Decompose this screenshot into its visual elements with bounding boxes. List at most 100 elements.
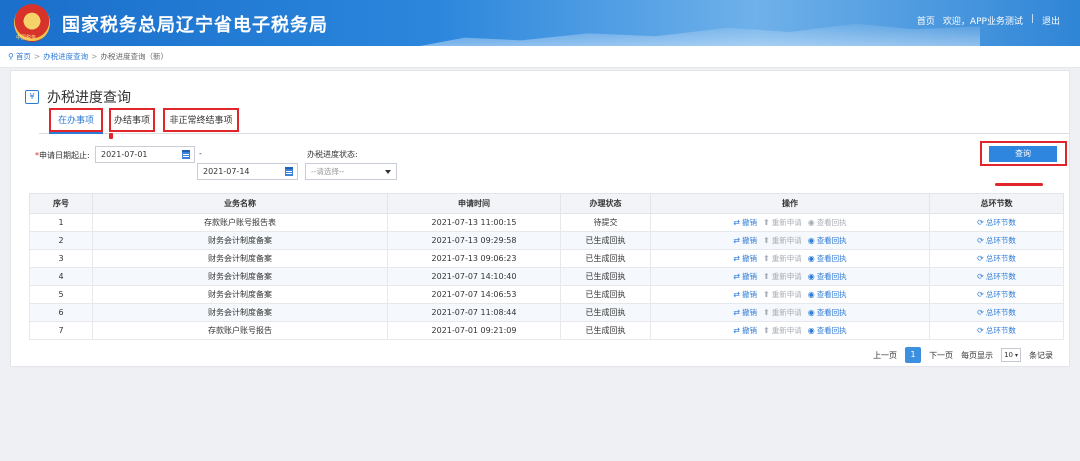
query-button-highlight: 查询 (980, 141, 1067, 166)
main-panel: ¥ 办税进度查询 在办事项 办结事项 非正常终结事项 *申请日期起止: 2021… (10, 70, 1070, 367)
revoke-action[interactable]: ⇄ 撤销 (733, 217, 757, 228)
nav-home-link[interactable]: 首页 (917, 14, 935, 27)
status-text: 已生成回执 (560, 249, 651, 268)
eye-icon: ◉ (807, 254, 815, 263)
row-actions: ⇄ 撤销 ⬆ 重新申请 ◉ 查看回执 (650, 249, 930, 268)
revoke-action[interactable]: ⇄ 撤销 (733, 271, 757, 282)
site-title: 国家税务总局辽宁省电子税务局 (62, 15, 328, 36)
view-receipt-action[interactable]: ◉ 查看回执 (808, 271, 847, 282)
page-number-current[interactable]: 1 (905, 347, 922, 363)
prev-page-link[interactable]: 上一页 (873, 350, 897, 361)
apply-time: 2021-07-01 09:21:09 (387, 321, 561, 340)
table-row: 4 财务会计制度备案 2021-07-07 14:10:40 已生成回执 ⇄ 撤销 ⬆ 重新申… (29, 267, 1064, 286)
breadcrumb: ⚲ 首页 > 办税进度查询 > 办税进度查询（新） (0, 46, 1080, 68)
view-receipt-action[interactable]: ◉ 查看回执 (808, 235, 847, 246)
upload-icon: ⬆ (763, 254, 770, 263)
total-steps-link[interactable]: ⟳ 总环节数 (977, 217, 1016, 228)
table-header-row: 序号 业务名称 申请时间 办理状态 操作 总环节数 (29, 193, 1064, 214)
revoke-action[interactable]: ⇄ 撤销 (733, 307, 757, 318)
breadcrumb-current: 办税进度查询（新） (100, 52, 168, 61)
total-steps-link[interactable]: ⟳ 总环节数 (977, 289, 1016, 300)
site-header: 中国税务 国家税务总局辽宁省电子税务局 首页 欢迎，APP业务测试 | 退出 (0, 0, 1080, 46)
breadcrumb-arrow: > (91, 52, 98, 61)
status-text: 待提交 (560, 213, 651, 232)
column-header: 办理状态 (560, 193, 651, 214)
refresh-icon: ⟳ (977, 218, 984, 227)
column-header: 申请时间 (387, 193, 561, 214)
column-header: 总环节数 (929, 193, 1064, 214)
total-steps-link[interactable]: ⟳ 总环节数 (977, 325, 1016, 336)
row-number: 4 (29, 267, 93, 286)
apply-time: 2021-07-07 14:10:40 (387, 267, 561, 286)
tab-completed[interactable]: 办结事项 (109, 108, 155, 132)
tax-icon: ¥ (25, 90, 39, 104)
refresh-icon: ⟳ (977, 308, 984, 317)
apply-time: 2021-07-07 11:08:44 (387, 303, 561, 322)
query-button[interactable]: 查询 (989, 146, 1057, 162)
table-row: 2 财务会计制度备案 2021-07-13 09:29:58 已生成回执 ⇄ 撤销 ⬆ 重新申… (29, 231, 1064, 250)
swap-arrows-icon: ⇄ (733, 326, 740, 335)
eye-icon: ◉ (807, 290, 815, 299)
tab-in-progress[interactable]: 在办事项 (49, 108, 103, 134)
total-steps-link[interactable]: ⟳ 总环节数 (977, 271, 1016, 282)
row-number: 7 (29, 321, 93, 340)
apply-time: 2021-07-07 14:06:53 (387, 285, 561, 304)
per-page-label: 每页显示 (961, 350, 994, 360)
table-row: 1 存款账户账号报告表 2021-07-13 11:00:15 待提交 ⇄ 撤销 ⬆ 重新申请… (29, 213, 1064, 232)
eye-icon: ◉ (807, 272, 815, 281)
business-name: 存款账户账号报告 (92, 321, 388, 340)
nav-separator: | (1030, 14, 1034, 24)
row-number: 1 (29, 213, 93, 232)
emblem-caption: 中国税务 (16, 35, 37, 41)
business-name: 财务会计制度备案 (92, 249, 388, 268)
chevron-down-icon: ▾ (1014, 351, 1018, 359)
status-text: 已生成回执 (560, 231, 651, 250)
next-page-link[interactable]: 下一页 (929, 350, 953, 361)
revoke-action[interactable]: ⇄ 撤销 (733, 253, 757, 264)
view-receipt-action[interactable]: ◉ 查看回执 (808, 325, 847, 336)
records-unit: 条记录 (1029, 350, 1053, 360)
breadcrumb-parent[interactable]: 办税进度查询 (43, 51, 88, 62)
business-name: 存款账户账号报告表 (92, 213, 388, 232)
steps-cell: ⟳ 总环节数 (929, 267, 1064, 286)
date-end-input[interactable]: 2021-07-14 (197, 163, 298, 180)
revoke-action[interactable]: ⇄ 撤销 (733, 235, 757, 246)
total-steps-link[interactable]: ⟳ 总环节数 (977, 235, 1016, 246)
total-steps-link[interactable]: ⟳ 总环节数 (977, 307, 1016, 318)
status-text: 已生成回执 (560, 285, 651, 304)
view-receipt-action[interactable]: ◉ 查看回执 (808, 289, 847, 300)
view-receipt-action: ◉ 查看回执 (807, 218, 847, 227)
row-number: 5 (29, 285, 93, 304)
steps-cell: ⟳ 总环节数 (929, 321, 1064, 340)
breadcrumb-home[interactable]: 首页 (16, 51, 31, 62)
status-select[interactable]: --请选择-- (305, 163, 397, 180)
row-actions: ⇄ 撤销 ⬆ 重新申请 ◉ 查看回执 (650, 231, 930, 250)
refresh-icon: ⟳ (977, 290, 984, 299)
view-receipt-action[interactable]: ◉ 查看回执 (808, 253, 847, 264)
logout-link[interactable]: 退出 (1042, 14, 1060, 27)
reapply-action: ⬆ 重新申请 (763, 308, 802, 317)
eye-icon: ◉ (807, 326, 815, 335)
pagination: 上一页 1 下一页 每页显示 10 ▾ 条记录 (873, 347, 1053, 363)
table-row: 7 存款账户账号报告 2021-07-01 09:21:09 已生成回执 ⇄ 撤销 ⬆ 重新申… (29, 321, 1064, 340)
business-name: 财务会计制度备案 (92, 267, 388, 286)
per-page-select[interactable]: 10 ▾ (1001, 348, 1021, 362)
refresh-icon: ⟳ (977, 272, 984, 281)
status-text: 已生成回执 (560, 267, 651, 286)
view-receipt-action[interactable]: ◉ 查看回执 (808, 307, 847, 318)
date-start-input[interactable]: 2021-07-01 (95, 146, 195, 163)
business-name: 财务会计制度备案 (92, 231, 388, 250)
business-name: 财务会计制度备案 (92, 303, 388, 322)
total-steps-link[interactable]: ⟳ 总环节数 (977, 253, 1016, 264)
calendar-icon[interactable] (285, 167, 293, 176)
tab-bar: 在办事项 办结事项 非正常终结事项 (39, 108, 1069, 134)
upload-icon: ⬆ (763, 290, 770, 299)
steps-cell: ⟳ 总环节数 (929, 231, 1064, 250)
upload-icon: ⬆ (763, 272, 770, 281)
calendar-icon[interactable] (182, 150, 190, 159)
reapply-action: ⬆ 重新申请 (763, 290, 802, 299)
revoke-action[interactable]: ⇄ 撤销 (733, 289, 757, 300)
tab-abnormal-terminated[interactable]: 非正常终结事项 (163, 108, 239, 132)
revoke-action[interactable]: ⇄ 撤销 (733, 325, 757, 336)
date-range-dash: - (199, 149, 202, 158)
